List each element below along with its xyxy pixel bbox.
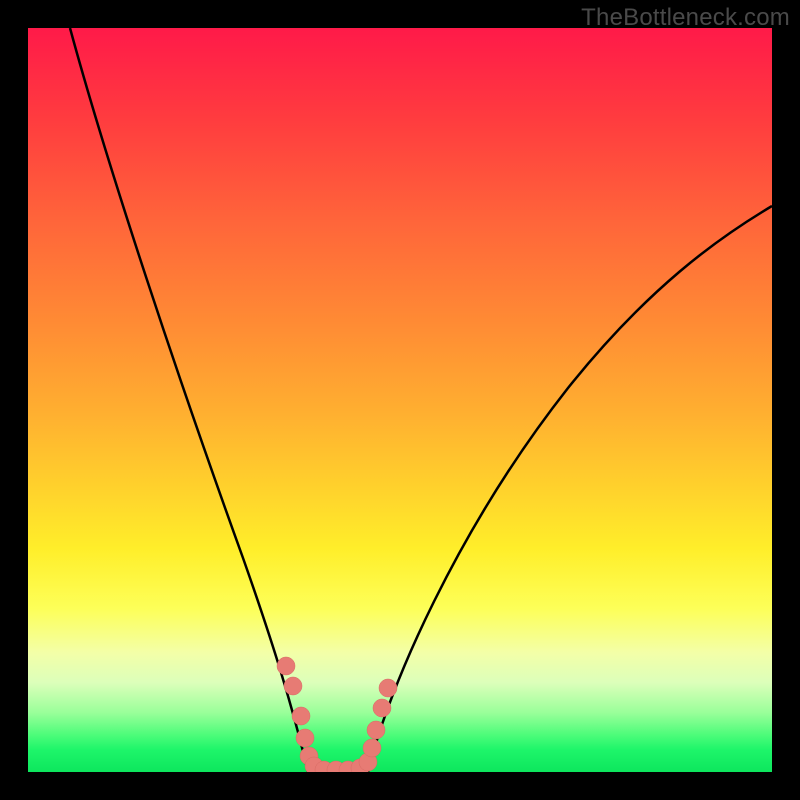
watermark-label: TheBottleneck.com	[581, 4, 790, 32]
plot-area	[28, 28, 772, 772]
marker-cluster	[277, 657, 397, 772]
left-curve	[70, 28, 308, 772]
right-curve	[368, 206, 772, 772]
curves-layer	[28, 28, 772, 772]
chart-frame: TheBottleneck.com	[0, 0, 800, 800]
